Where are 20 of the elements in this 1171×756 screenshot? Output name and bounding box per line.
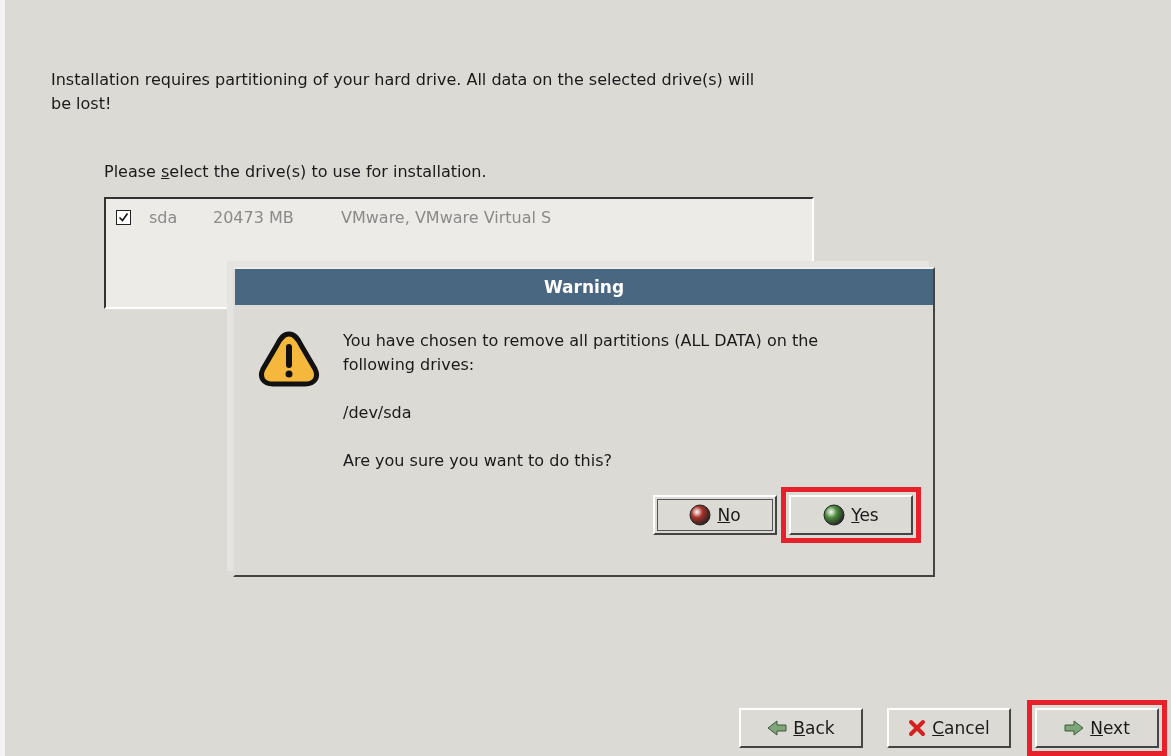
right-arrow-icon [1064,720,1085,736]
drive-name: sda [149,207,179,227]
sphere-icon [823,504,846,526]
confirm-question: Are you sure you want to do this? [343,450,613,472]
cancel-button[interactable]: Cancel [887,708,1011,748]
back-button[interactable]: Back [739,708,863,748]
ball-icon [689,504,712,526]
next-button[interactable]: Next [1035,708,1159,748]
drive-prompt: Please select the drive(s) to use for installation. [104,162,488,181]
yes-button[interactable]: Yes [789,495,913,535]
drive-model: VMware, VMware Virtual S [341,207,553,227]
drive-size: 20473 MB [213,207,295,227]
checkbox[interactable] [116,209,131,225]
dialog-message: You have chosen to remove all partitions (ALL DATA) on the following drives: [343,330,820,376]
close-icon [908,719,927,737]
warning-text: Installation requires partitioning of your hard drive. All data on the selected drive(s) will be lost! [51,69,756,115]
left-arrow-icon [767,720,788,736]
dialog-title: Warning [235,269,933,305]
device-path: /dev/sda [343,402,413,424]
no-button[interactable]: No [653,495,777,535]
